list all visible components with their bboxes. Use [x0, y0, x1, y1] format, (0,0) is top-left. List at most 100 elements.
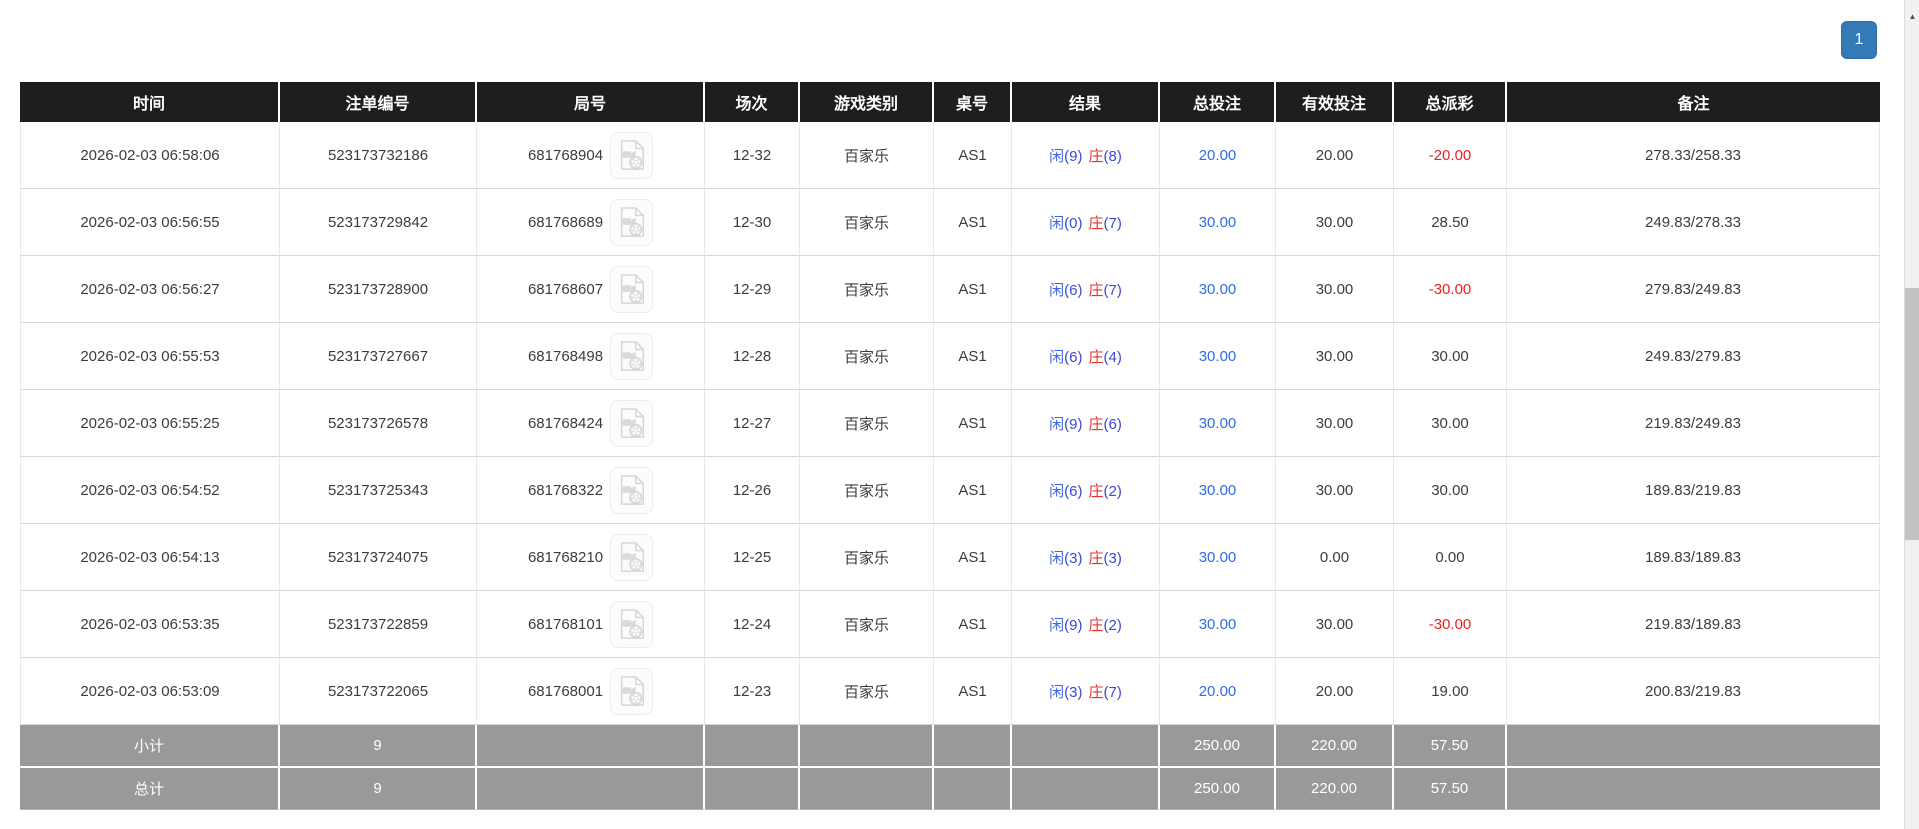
video-replay-button[interactable]	[610, 667, 654, 715]
total-bet-link[interactable]: 30.00	[1199, 482, 1237, 499]
cell-game-type: 百家乐	[800, 591, 934, 658]
col-header-time: 时间	[20, 82, 280, 122]
cell-time: 2026-02-03 06:53:35	[20, 591, 280, 658]
cell-remark: 189.83/189.83	[1507, 524, 1880, 591]
scrollbar-thumb[interactable]	[1905, 288, 1919, 540]
cell-payout: 30.00	[1394, 390, 1507, 457]
payout-value: 28.50	[1431, 213, 1469, 231]
cell-time: 2026-02-03 06:55:25	[20, 390, 280, 457]
cell-empty	[477, 768, 705, 810]
round-number: 681768689	[527, 213, 604, 231]
video-replay-button[interactable]	[610, 466, 654, 514]
col-header-valid-bet: 有效投注	[1276, 82, 1394, 122]
cell-total-bet: 30.00	[1160, 323, 1276, 390]
result-player-score: (3)	[1064, 549, 1083, 567]
video-replay-button[interactable]	[610, 131, 654, 179]
cell-session: 12-25	[705, 524, 800, 591]
result-player-score: (9)	[1064, 415, 1083, 433]
col-header-payout: 总派彩	[1394, 82, 1507, 122]
cell-valid-bet: 30.00	[1276, 390, 1394, 457]
pagination-page-1[interactable]: 1	[1841, 21, 1877, 59]
video-replay-button[interactable]	[610, 265, 654, 313]
cell-time: 2026-02-03 06:56:27	[20, 256, 280, 323]
video-replay-button[interactable]	[610, 600, 654, 648]
cell-payout: 28.50	[1394, 189, 1507, 256]
cell-result: 闲(9) 庄(8)	[1012, 122, 1160, 189]
total-bet-link[interactable]: 20.00	[1199, 683, 1237, 700]
cell-total-bet: 20.00	[1160, 658, 1276, 725]
payout-value: -20.00	[1428, 146, 1472, 164]
cell-valid-bet: 30.00	[1276, 591, 1394, 658]
total-bet-link[interactable]: 30.00	[1199, 348, 1237, 365]
video-replay-button[interactable]	[610, 198, 654, 246]
cell-round: 681768001	[477, 658, 705, 725]
total-bet-link[interactable]: 30.00	[1199, 616, 1237, 633]
col-header-total-bet: 总投注	[1160, 82, 1276, 122]
table-row: 2026-02-03 06:56:55 523173729842 6817686…	[20, 189, 1880, 256]
cell-total-bet: 30.00	[1160, 457, 1276, 524]
total-bet-link[interactable]: 30.00	[1199, 214, 1237, 231]
cell-game-type: 百家乐	[800, 658, 934, 725]
result-banker-score: (3)	[1103, 549, 1122, 567]
total-bet-link[interactable]: 30.00	[1199, 549, 1237, 566]
cell-result: 闲(6) 庄(7)	[1012, 256, 1160, 323]
total-payout: 57.50	[1394, 768, 1507, 810]
cell-total-bet: 30.00	[1160, 591, 1276, 658]
cell-valid-bet: 30.00	[1276, 256, 1394, 323]
cell-bet-id: 523173728900	[280, 256, 477, 323]
cell-payout: -30.00	[1394, 256, 1507, 323]
result-player-label: 闲	[1049, 549, 1065, 567]
cell-total-bet: 30.00	[1160, 524, 1276, 591]
cell-session: 12-32	[705, 122, 800, 189]
total-count: 9	[280, 768, 477, 810]
cell-round: 681768322	[477, 457, 705, 524]
result-banker-score: (6)	[1103, 415, 1122, 433]
scroll-up-arrow-icon[interactable]: ▲	[1905, 13, 1919, 21]
payout-value: 0.00	[1435, 548, 1465, 566]
result-player-label: 闲	[1049, 415, 1065, 433]
subtotal-total-bet: 250.00	[1160, 725, 1276, 768]
table-row: 2026-02-03 06:55:25 523173726578 6817684…	[20, 390, 1880, 457]
video-replay-button[interactable]	[610, 332, 654, 380]
cell-empty	[1507, 768, 1880, 810]
result-player-label: 闲	[1049, 683, 1065, 701]
cell-empty	[1507, 725, 1880, 768]
cell-table-no: AS1	[934, 524, 1012, 591]
subtotal-count: 9	[280, 725, 477, 768]
cell-game-type: 百家乐	[800, 122, 934, 189]
cell-bet-id: 523173726578	[280, 390, 477, 457]
cell-table-no: AS1	[934, 323, 1012, 390]
result-banker-label: 庄	[1088, 683, 1104, 701]
total-total-bet: 250.00	[1160, 768, 1276, 810]
cell-session: 12-26	[705, 457, 800, 524]
total-bet-link[interactable]: 30.00	[1199, 281, 1237, 298]
result-player-score: (6)	[1064, 281, 1083, 299]
cell-game-type: 百家乐	[800, 189, 934, 256]
cell-game-type: 百家乐	[800, 390, 934, 457]
col-header-game-type: 游戏类别	[800, 82, 934, 122]
table-row: 2026-02-03 06:56:27 523173728900 6817686…	[20, 256, 1880, 323]
cell-session: 12-28	[705, 323, 800, 390]
cell-payout: -30.00	[1394, 591, 1507, 658]
col-header-remark: 备注	[1507, 82, 1880, 122]
result-player-score: (6)	[1064, 348, 1083, 366]
table-header: 时间 注单编号 局号 场次 游戏类别 桌号 结果 总投注 有效投注 总派彩 备注	[20, 82, 1880, 122]
table-row: 2026-02-03 06:54:13 523173724075 6817682…	[20, 524, 1880, 591]
cell-result: 闲(6) 庄(2)	[1012, 457, 1160, 524]
cell-bet-id: 523173729842	[280, 189, 477, 256]
payout-value: -30.00	[1428, 280, 1472, 298]
round-number: 681768001	[527, 682, 604, 700]
result-banker-label: 庄	[1088, 415, 1104, 433]
cell-time: 2026-02-03 06:53:09	[20, 658, 280, 725]
video-replay-button[interactable]	[610, 399, 654, 447]
cell-result: 闲(3) 庄(7)	[1012, 658, 1160, 725]
cell-valid-bet: 20.00	[1276, 122, 1394, 189]
total-bet-link[interactable]: 20.00	[1199, 147, 1237, 164]
scrollbar[interactable]: ▲	[1904, 0, 1919, 829]
cell-table-no: AS1	[934, 189, 1012, 256]
cell-time: 2026-02-03 06:58:06	[20, 122, 280, 189]
table-row: 2026-02-03 06:58:06 523173732186 6817689…	[20, 122, 1880, 189]
video-replay-button[interactable]	[610, 533, 654, 581]
total-bet-link[interactable]: 30.00	[1199, 415, 1237, 432]
payout-value: 30.00	[1431, 481, 1469, 499]
